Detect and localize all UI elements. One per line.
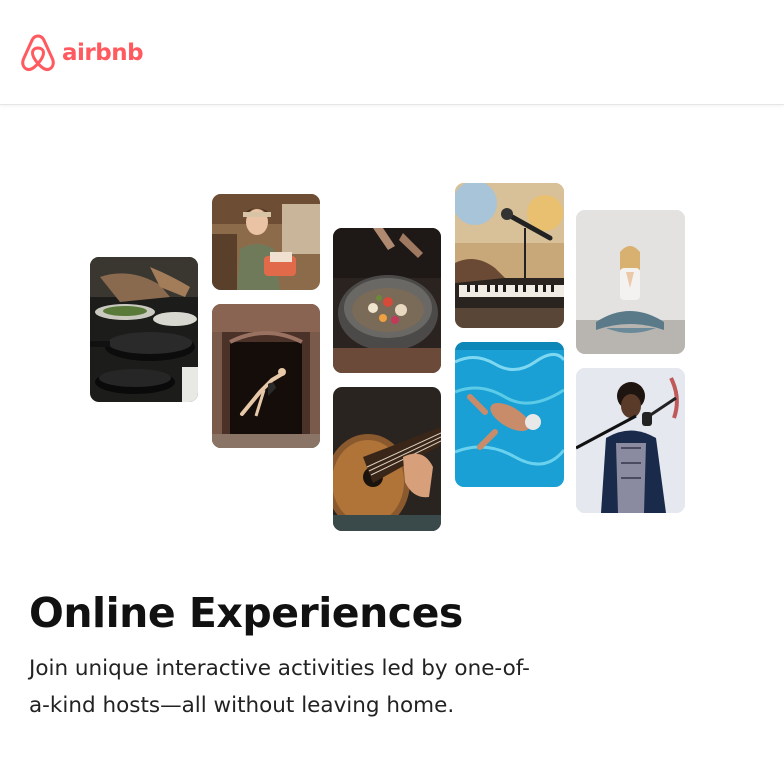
photo-dancer-in-doorway[interactable] (212, 304, 320, 448)
page-title: Online Experiences (29, 589, 463, 637)
photo-singer-with-microphone[interactable] (576, 368, 685, 513)
photo-acoustic-guitar[interactable] (333, 387, 441, 531)
photo-swimmer-in-pool[interactable] (455, 342, 564, 487)
photo-cooking-pans[interactable] (90, 257, 198, 402)
top-header: airbnb (0, 0, 784, 105)
photo-keyboard-and-microphone[interactable] (455, 183, 564, 328)
photo-bowl-of-food[interactable] (333, 228, 441, 373)
page-subtitle: Join unique interactive activities led b… (29, 656, 530, 718)
airbnb-logo-link[interactable]: airbnb (20, 33, 144, 73)
photo-woman-in-kitchen[interactable] (212, 194, 320, 290)
experience-photo-collage (0, 104, 784, 544)
airbnb-belo-icon (21, 34, 55, 72)
photo-yoga-meditation[interactable] (576, 210, 685, 354)
airbnb-wordmark: airbnb (62, 39, 144, 66)
